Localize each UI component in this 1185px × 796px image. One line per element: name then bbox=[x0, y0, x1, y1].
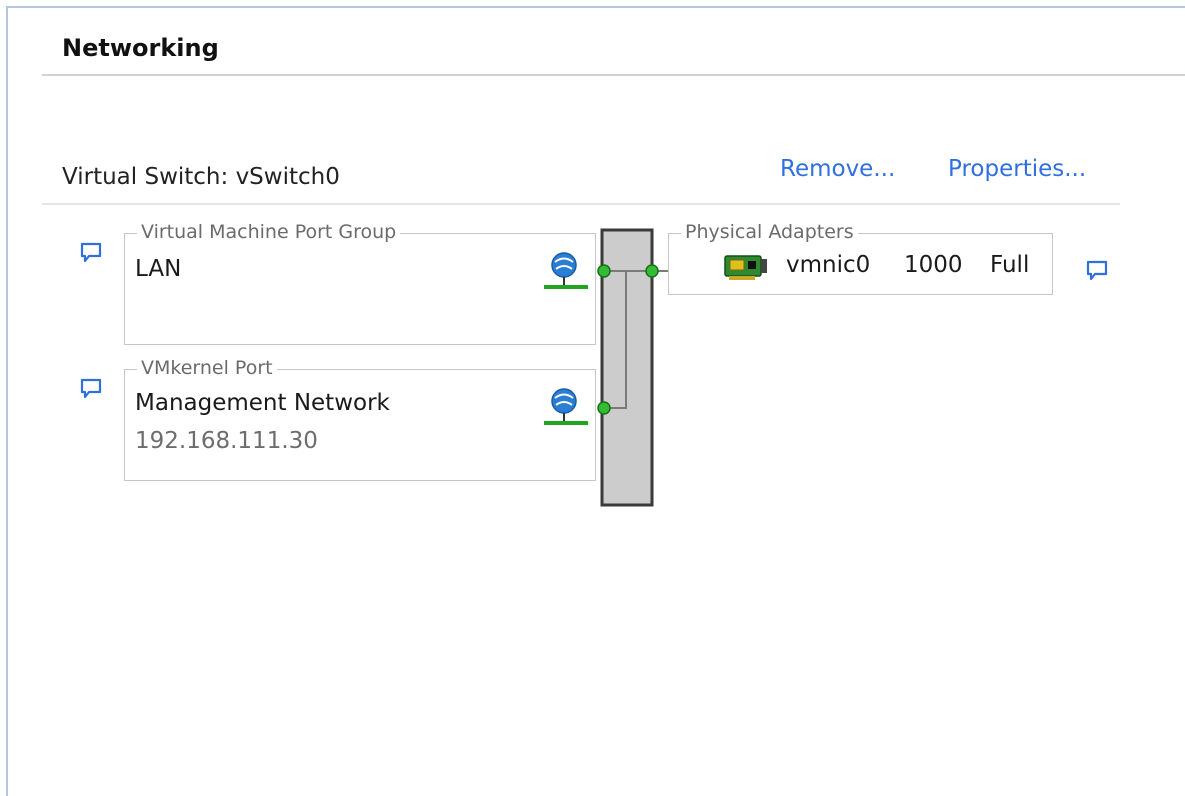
port-group-name: LAN bbox=[135, 256, 182, 282]
port-dot-lan bbox=[597, 264, 611, 278]
uplink-dot bbox=[645, 264, 659, 278]
adapter-name: vmnic0 bbox=[786, 252, 871, 278]
adapter-speed: 1000 bbox=[904, 252, 963, 278]
vswitch-title: Virtual Switch: vSwitch0 bbox=[62, 164, 340, 190]
port-group-type-label: Virtual Machine Port Group bbox=[137, 221, 401, 243]
remove-link[interactable]: Remove... bbox=[780, 156, 895, 182]
title-divider bbox=[42, 74, 1185, 76]
adapter-duplex: Full bbox=[990, 252, 1030, 278]
network-card-icon bbox=[724, 255, 767, 280]
port-group-name: Management Network bbox=[135, 390, 390, 416]
physical-adapters-label: Physical Adapters bbox=[681, 221, 858, 243]
speech-bubble-icon[interactable] bbox=[80, 378, 102, 400]
speech-bubble-icon[interactable] bbox=[80, 242, 102, 264]
vmkernel-port-box[interactable]: VMkernel Port Management Network 192.168… bbox=[124, 357, 596, 481]
speech-bubble-icon[interactable] bbox=[1086, 260, 1108, 282]
vmkernel-ip-address: 192.168.111.30 bbox=[135, 428, 318, 454]
vm-port-group-box[interactable]: Virtual Machine Port Group LAN bbox=[124, 221, 596, 345]
port-group-type-label: VMkernel Port bbox=[137, 357, 277, 379]
properties-link[interactable]: Properties... bbox=[948, 156, 1086, 182]
section-title: Networking bbox=[62, 34, 219, 62]
vswitch-divider bbox=[42, 203, 1120, 205]
port-dot-mgmt bbox=[597, 401, 611, 415]
